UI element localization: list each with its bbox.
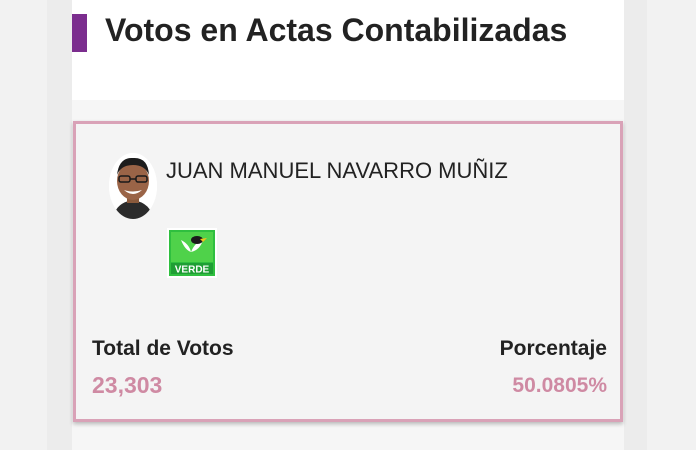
total-votes-label: Total de Votos bbox=[92, 337, 234, 360]
candidate-photo bbox=[109, 153, 157, 219]
page-title: Votos en Actas Contabilizadas bbox=[105, 12, 568, 48]
total-votes-value: 23,303 bbox=[92, 372, 163, 398]
verde-logo-icon: VERDE bbox=[167, 228, 217, 278]
avatar-icon bbox=[109, 153, 157, 219]
percentage-label: Porcentaje bbox=[499, 337, 607, 360]
candidate-name: JUAN MANUEL NAVARRO MUÑIZ bbox=[166, 158, 508, 183]
candidate-card: JUAN MANUEL NAVARRO MUÑIZ VERDE Total de… bbox=[73, 121, 623, 422]
percentage-value: 50.0805% bbox=[512, 374, 607, 397]
party-verde-logo: VERDE bbox=[167, 228, 217, 278]
title-accent-bar bbox=[72, 14, 87, 52]
party-logo-text: VERDE bbox=[175, 265, 210, 276]
